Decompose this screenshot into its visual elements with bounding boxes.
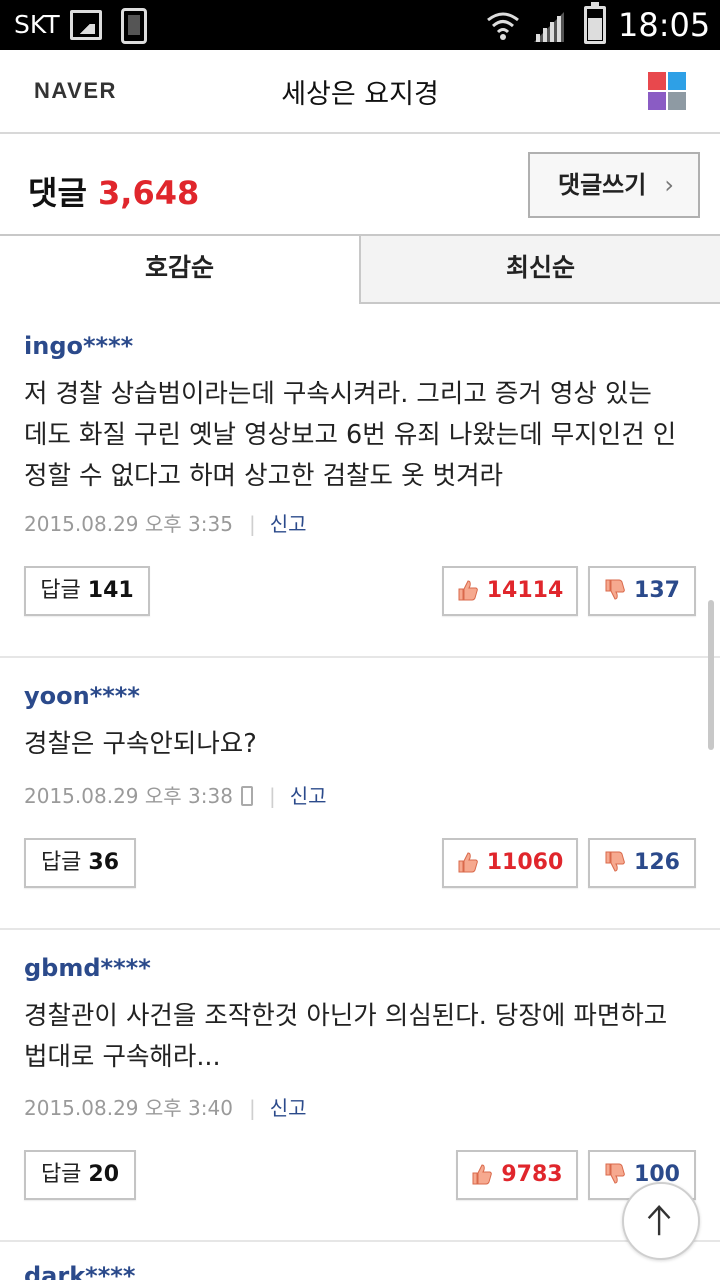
comment-meta: 2015.08.29 오후 3:38 | 신고 <box>24 780 327 809</box>
comment-date: 2015.08.29 오후 3:35 <box>24 512 233 536</box>
thumbs-up-icon <box>458 580 478 601</box>
thumbs-down-icon <box>605 851 625 872</box>
like-count: 14114 <box>486 578 564 603</box>
comment-username[interactable]: dark**** <box>24 1262 135 1280</box>
comment-username[interactable]: ingo**** <box>24 332 133 360</box>
comment-count: 댓글 3,648 <box>28 168 199 214</box>
comment-text-line: 데도 화질 구린 옛날 영상보고 6번 유죄 나왔는데 무지인건 인 <box>24 420 677 450</box>
comment-username[interactable]: gbmd**** <box>24 954 151 982</box>
comment-text: 경찰관이 사건을 조작한것 아닌가 의심된다. 당장에 파면하고 법대로 구속해… <box>24 996 700 1078</box>
reply-label: 답글 <box>40 1162 82 1187</box>
comment-date: 2015.08.29 오후 3:40 <box>24 1096 233 1120</box>
like-button[interactable]: 9783 <box>456 1150 578 1200</box>
comment-text-line: 저 경찰 상습범이라는데 구속시켜라. 그리고 증거 영상 있는 <box>24 379 652 409</box>
thumbs-up-icon <box>472 1164 493 1185</box>
divider: | <box>248 512 256 536</box>
clock: 18:05 <box>618 6 711 44</box>
report-link[interactable]: 신고 <box>290 784 327 808</box>
chevron-right-icon: › <box>664 171 674 199</box>
scroll-to-top-button[interactable] <box>622 1182 700 1260</box>
carrier-label: SKT <box>14 10 60 39</box>
divider: | <box>248 1096 256 1120</box>
wifi-icon <box>487 12 519 40</box>
comment-item: ingo**** 저 경찰 상습범이라는데 구속시켜라. 그리고 증거 영상 있… <box>0 304 720 658</box>
tab-popular[interactable]: 호감순 <box>0 236 361 304</box>
comment-text: 저 경찰 상습범이라는데 구속시켜라. 그리고 증거 영상 있는 데도 화질 구… <box>24 374 700 497</box>
comment-text-line: 정할 수 없다고 하며 상고한 검찰도 옷 벗겨라 <box>24 461 504 491</box>
report-link[interactable]: 신고 <box>270 1096 307 1120</box>
comment-text-line: 경찰은 구속안되나요? <box>24 729 257 759</box>
comment-text-line: 경찰관이 사건을 조작한것 아닌가 의심된다. 당장에 파면하고 <box>24 1001 668 1031</box>
thumbs-down-icon <box>605 579 625 600</box>
dislike-count: 126 <box>634 850 680 875</box>
thumbs-down-icon <box>605 1163 625 1184</box>
dislike-count: 137 <box>634 578 680 603</box>
thumbs-up-icon <box>458 852 478 873</box>
scrollbar[interactable] <box>708 600 714 750</box>
reply-count: 141 <box>87 578 134 603</box>
reply-label: 답글 <box>40 850 82 875</box>
dislike-button[interactable]: 126 <box>588 838 696 888</box>
reply-button[interactable]: 답글 20 <box>24 1150 136 1200</box>
tab-latest[interactable]: 최신순 <box>361 236 720 304</box>
app-header: NAVER 세상은 요지경 <box>0 50 720 134</box>
reply-button[interactable]: 답글 36 <box>24 838 136 888</box>
arrow-up-icon <box>647 1205 671 1236</box>
reply-label: 답글 <box>40 578 81 603</box>
comments-header: 댓글 3,648 댓글쓰기 › <box>0 134 720 236</box>
like-count: 11060 <box>486 850 564 875</box>
like-button[interactable]: 14114 <box>442 566 578 616</box>
status-bar: SKT 18:05 <box>0 0 720 50</box>
report-link[interactable]: 신고 <box>270 512 307 536</box>
phone-icon <box>121 8 147 44</box>
comment-item: gbmd**** 경찰관이 사건을 조작한것 아닌가 의심된다. 당장에 파면하… <box>0 930 720 1242</box>
comment-count-number: 3,648 <box>98 174 200 212</box>
dislike-button[interactable]: 137 <box>588 566 696 616</box>
comment-text-line: 법대로 구속해라... <box>24 1042 221 1072</box>
write-comment-button[interactable]: 댓글쓰기 › <box>528 152 700 218</box>
signal-icon <box>534 12 564 42</box>
comment-count-label: 댓글 <box>28 174 87 212</box>
reply-button[interactable]: 답글 141 <box>24 566 150 616</box>
image-icon <box>70 10 102 40</box>
write-comment-label: 댓글쓰기 <box>558 171 647 199</box>
comment-meta: 2015.08.29 오후 3:40 | 신고 <box>24 1092 307 1121</box>
like-button[interactable]: 11060 <box>442 838 578 888</box>
divider: | <box>268 784 276 808</box>
comment-date: 2015.08.29 오후 3:38 <box>24 784 233 808</box>
mobile-icon <box>240 786 253 806</box>
comment-text: 경찰은 구속안되나요? <box>24 724 700 765</box>
battery-icon <box>584 2 606 44</box>
app-grid-icon[interactable] <box>648 72 686 110</box>
comment-item: yoon**** 경찰은 구속안되나요? 2015.08.29 오후 3:38 |… <box>0 658 720 930</box>
comment-meta: 2015.08.29 오후 3:35 | 신고 <box>24 508 307 537</box>
comment-username[interactable]: yoon**** <box>24 682 140 710</box>
reply-count: 36 <box>88 850 120 875</box>
reply-count: 20 <box>88 1162 120 1187</box>
page-title: 세상은 요지경 <box>281 79 439 110</box>
sort-tabs: 호감순 최신순 <box>0 236 720 304</box>
like-count: 9783 <box>501 1162 563 1187</box>
